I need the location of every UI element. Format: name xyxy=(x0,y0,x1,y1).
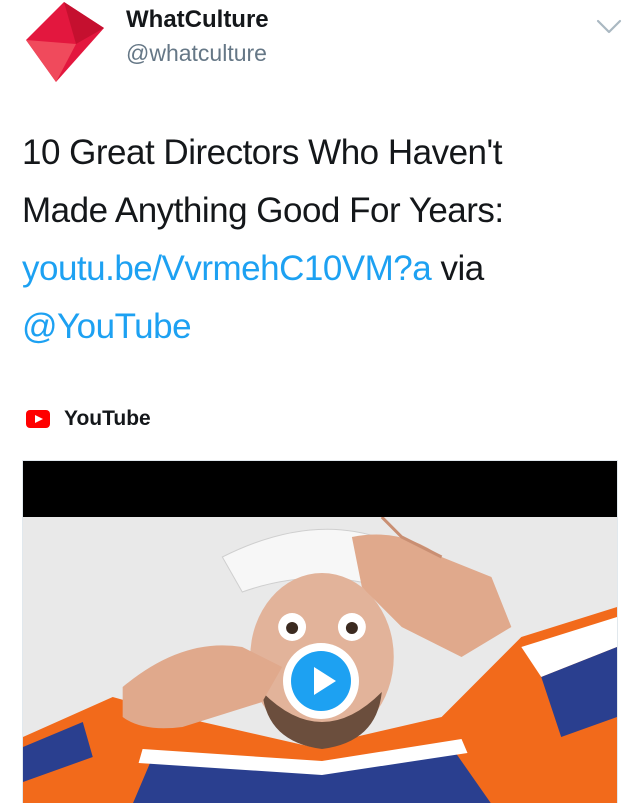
account-name[interactable]: WhatCulture xyxy=(126,6,269,34)
chevron-down-icon[interactable] xyxy=(593,14,625,38)
account-handle[interactable]: @whatculture xyxy=(126,40,267,67)
video-letterbox xyxy=(23,461,617,517)
video-card[interactable] xyxy=(22,460,618,803)
tweet-text: 10 Great Directors Who Haven't Made Anyt… xyxy=(22,124,622,356)
play-button[interactable] xyxy=(283,643,359,719)
card-source-name: YouTube xyxy=(64,407,151,430)
tweet-header: WhatCulture @whatculture xyxy=(0,0,640,100)
tweet-via: via xyxy=(431,249,484,288)
card-source[interactable]: YouTube xyxy=(26,404,151,434)
tweet-link[interactable]: youtu.be/VvrmehC10VM?a xyxy=(22,249,432,288)
tweet-mention[interactable]: @YouTube xyxy=(22,307,192,346)
youtube-icon xyxy=(26,410,50,428)
whatculture-logo-avatar[interactable] xyxy=(22,0,108,84)
tweet-text-line1: 10 Great Directors Who Haven't xyxy=(22,133,502,172)
tweet-text-line2: Made Anything Good For Years: xyxy=(22,191,504,230)
play-icon xyxy=(285,645,357,717)
